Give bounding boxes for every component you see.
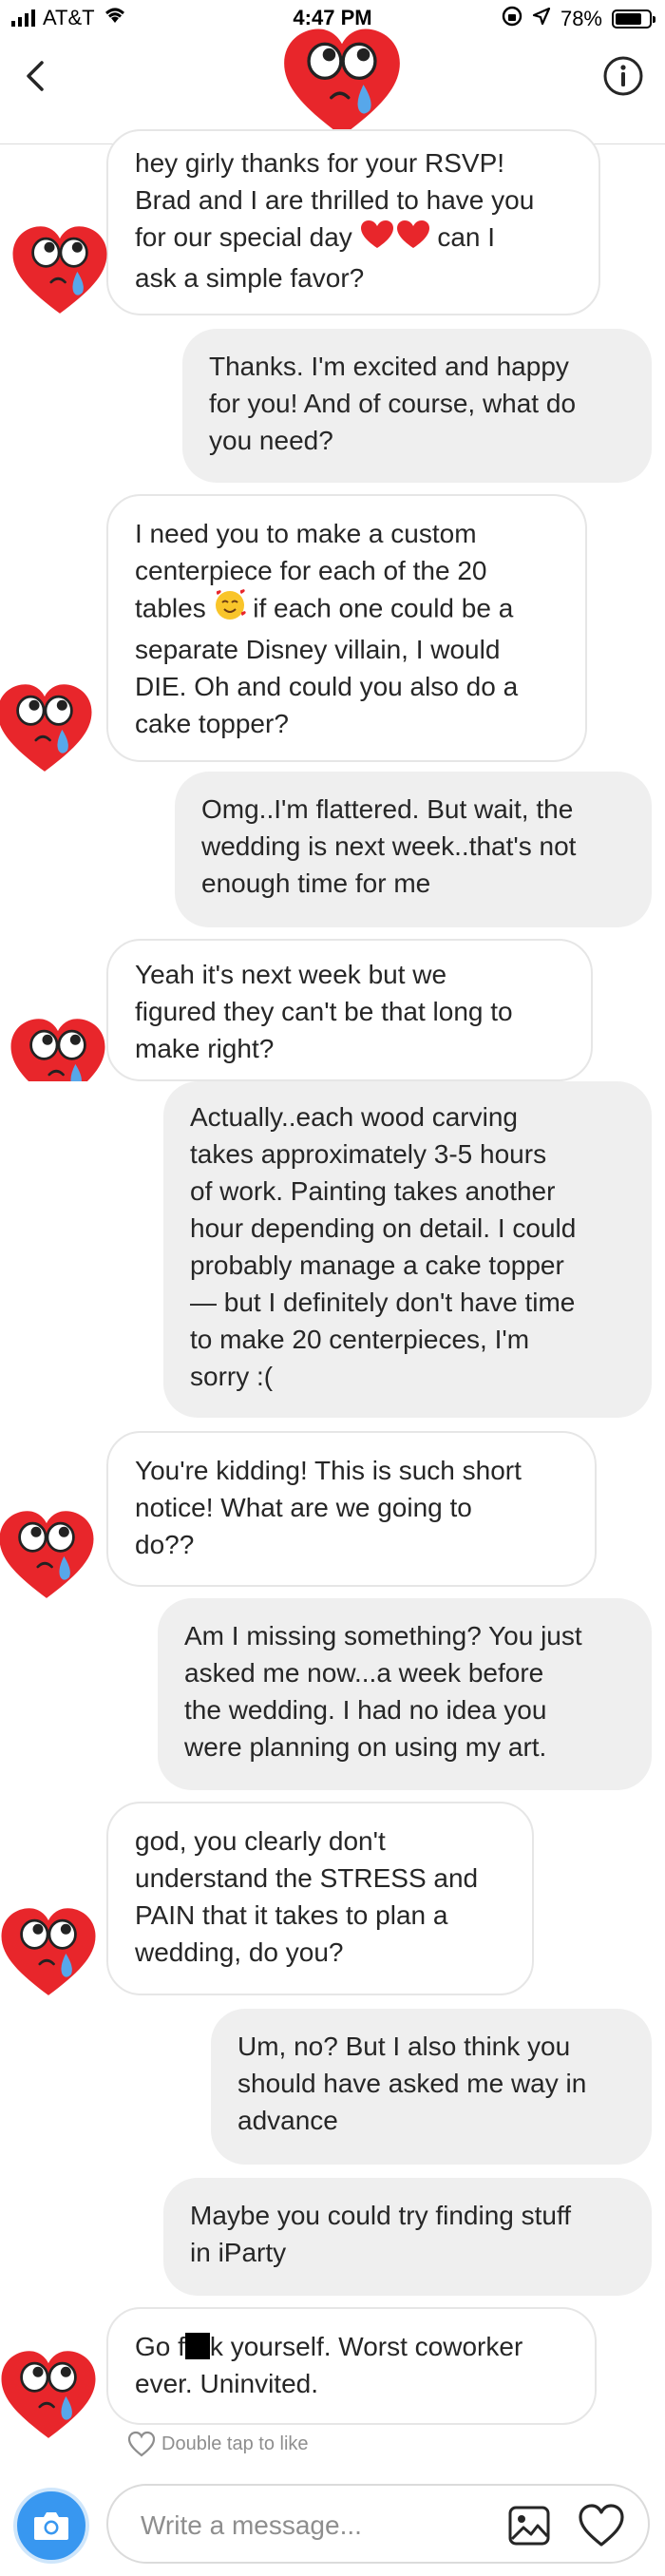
like-button[interactable] [578,2503,625,2548]
crying-heart-icon [0,2343,101,2448]
double-tap-label: Double tap to like [162,2433,309,2454]
crying-heart-icon [8,219,112,323]
location-icon [532,7,551,31]
message-bubble-outgoing[interactable]: Actually..each wood carving takes approx… [163,1081,652,1418]
message-bubble-outgoing[interactable]: Thanks. I'm excited and happy for you! A… [182,329,652,483]
message-composer [106,2484,650,2564]
double-tap-hint: Double tap to like [127,2431,309,2457]
status-right: 78% [502,6,656,32]
sender-avatar[interactable] [8,219,112,323]
redaction-block [184,2333,210,2359]
message-text: Um, no? But I also think you should have… [238,2032,587,2135]
message-bubble-incoming[interactable]: god, you clearly don't understand the ST… [106,1802,534,1995]
battery-icon [612,10,656,29]
heart-icon [579,2504,624,2547]
message-bubble-incoming[interactable]: Go fk yourself. Worst coworker ever. Uni… [106,2307,597,2425]
message-bubble-incoming[interactable]: hey girly thanks for your RSVP! Brad and… [106,129,600,315]
crying-heart-icon [0,1900,101,2005]
camera-icon [34,2512,68,2540]
message-bubble-outgoing[interactable]: Um, no? But I also think you should have… [211,2009,652,2165]
sender-avatar[interactable] [6,1011,110,1081]
message-bubble-outgoing[interactable]: Maybe you could try finding stuff in iPa… [163,2178,652,2296]
message-bubble-outgoing[interactable]: Am I missing something? You just asked m… [158,1598,652,1790]
crying-heart-icon [0,677,97,781]
camera-button[interactable] [13,2488,89,2564]
message-text: Go f [135,2332,185,2361]
message-text: You're kidding! This is such short notic… [135,1456,522,1559]
sender-avatar[interactable] [0,2343,101,2448]
message-text: Omg..I'm flattered. But wait, the weddin… [201,794,577,898]
chevron-left-icon [27,61,44,91]
battery-label: 78% [560,7,602,30]
message-text: Actually..each wood carving takes approx… [190,1102,577,1391]
back-button[interactable] [17,57,55,95]
gallery-button[interactable] [507,2505,551,2547]
smiling-face-with-hearts-emoji [214,589,246,631]
message-text: Thanks. I'm excited and happy for you! A… [209,352,577,455]
header-avatar[interactable] [268,25,416,143]
message-bubble-incoming[interactable]: You're kidding! This is such short notic… [106,1431,597,1587]
crying-heart-icon [268,25,416,143]
message-text: god, you clearly don't understand the ST… [135,1826,479,1967]
sender-avatar[interactable] [0,677,97,781]
heart-outline-icon [127,2431,156,2457]
red-hearts-emoji [360,219,430,259]
message-bubble-incoming[interactable]: I need you to make a custom centerpiece … [106,494,587,762]
message-bubble-outgoing[interactable]: Omg..I'm flattered. But wait, the weddin… [175,772,652,927]
sender-avatar[interactable] [0,1900,101,2005]
message-text: Yeah it's next week but we figured they … [135,960,513,1063]
crying-heart-icon [0,1503,99,1608]
message-bubble-incoming[interactable]: Yeah it's next week but we figured they … [106,939,593,1081]
crying-heart-icon [6,1011,110,1081]
orientation-lock-icon [502,6,522,32]
image-icon [508,2506,550,2546]
info-button[interactable] [602,55,644,97]
message-text: Am I missing something? You just asked m… [184,1621,582,1762]
info-icon [603,56,643,96]
sender-avatar[interactable] [0,1503,99,1608]
message-text: Maybe you could try finding stuff in iPa… [190,2201,572,2267]
message-input[interactable] [141,2507,483,2545]
